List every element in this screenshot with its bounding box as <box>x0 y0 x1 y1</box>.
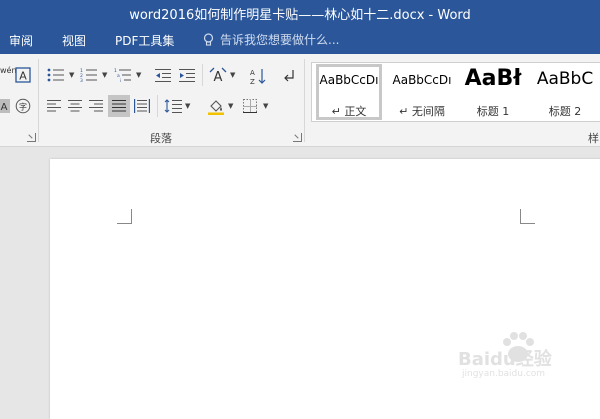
tell-me-placeholder: 告诉我您想要做什么... <box>220 33 340 47</box>
show-marks-button[interactable] <box>280 66 298 84</box>
tab-review[interactable]: 审阅 <box>9 32 33 49</box>
chinese-layout-dropdown-icon[interactable]: ▼ <box>230 71 235 79</box>
borders-button[interactable] <box>240 97 260 115</box>
margin-corner-marker <box>520 209 535 224</box>
style-normal[interactable]: AaBbCcDı ↵ 正文 <box>315 63 383 121</box>
tab-pdf-tools[interactable]: PDF工具集 <box>115 32 174 49</box>
sort-button[interactable]: AZ <box>248 66 268 86</box>
style-preview: AaBł <box>464 66 522 91</box>
bullets-icon <box>47 68 64 82</box>
margin-corner-marker <box>117 209 132 224</box>
justify-button[interactable] <box>108 95 130 117</box>
distributed-button[interactable] <box>133 97 151 115</box>
window-title: word2016如何制作明星卡贴——林心如十二.docx - Word <box>129 8 471 23</box>
distributed-icon <box>134 99 150 113</box>
style-name: ↵ 正文 <box>331 105 367 118</box>
paragraph-mark-icon <box>284 70 294 82</box>
paragraph-group-label: 段落 <box>150 132 172 145</box>
style-heading-2[interactable]: AaBbC 标题 2 <box>530 63 600 121</box>
chinese-layout-icon: A <box>209 67 227 83</box>
align-center-icon <box>68 100 82 112</box>
style-preview: AaBbC <box>536 69 594 89</box>
styles-group-label: 样 <box>588 132 599 145</box>
numbering-dropdown-icon[interactable]: ▼ <box>102 71 107 79</box>
lightbulb-icon <box>203 32 214 46</box>
svg-text:i: i <box>120 78 121 82</box>
svg-text:Z: Z <box>250 78 255 85</box>
svg-text:A: A <box>1 102 8 113</box>
group-separator <box>38 59 39 142</box>
character-shading-button[interactable]: A <box>0 97 10 115</box>
tab-view[interactable]: 视图 <box>62 32 86 49</box>
bullets-dropdown-icon[interactable]: ▼ <box>69 71 74 79</box>
baidu-watermark: Baidu经验 jingyan.baidu.com <box>458 325 598 390</box>
multilevel-list-icon: 1ai <box>114 68 131 82</box>
multilevel-list-button[interactable]: 1ai <box>112 66 134 84</box>
styles-gallery: AaBbCcDı ↵ 正文 AaBbCcDı ↵ 无间隔 AaBł 标题 1 A… <box>311 62 600 122</box>
bullets-button[interactable] <box>45 66 67 84</box>
ribbon-tabs: 审阅 视图 PDF工具集 告诉我您想要做什么... <box>0 26 600 54</box>
numbering-icon: 123 <box>80 68 97 82</box>
borders-icon <box>243 99 257 113</box>
style-heading-1[interactable]: AaBł 标题 1 <box>460 63 526 121</box>
character-shading-icon: A <box>0 99 10 113</box>
decrease-indent-button[interactable] <box>153 66 173 84</box>
enclose-characters-button[interactable]: 字 <box>14 97 32 115</box>
line-spacing-dropdown-icon[interactable]: ▼ <box>185 102 190 110</box>
numbering-button[interactable]: 123 <box>78 66 100 84</box>
increase-indent-button[interactable] <box>177 66 197 84</box>
svg-text:A: A <box>250 69 255 77</box>
enclose-characters-icon: 字 <box>15 98 31 114</box>
align-center-button[interactable] <box>66 97 84 115</box>
character-border-button[interactable]: A <box>14 66 32 84</box>
paint-bucket-icon <box>208 100 224 115</box>
align-right-icon <box>89 100 103 112</box>
align-right-button[interactable] <box>87 97 105 115</box>
line-spacing-button[interactable] <box>163 97 183 115</box>
svg-text:A: A <box>19 70 27 83</box>
decrease-indent-icon <box>155 69 171 82</box>
align-left-button[interactable] <box>45 97 63 115</box>
group-separator <box>304 59 305 142</box>
line-spacing-icon <box>164 99 182 113</box>
style-name: ↵ 无间隔 <box>399 105 445 118</box>
sort-icon: AZ <box>250 69 266 85</box>
paragraph-dialog-launcher-icon[interactable] <box>293 133 302 142</box>
shading-button[interactable] <box>205 96 227 116</box>
font-dialog-launcher-icon[interactable] <box>27 133 36 142</box>
ribbon: wén A A 字 ▼ 123 ▼ 1ai ▼ A ▼ A Z ▼ ▼ ▼ 段落… <box>0 54 600 147</box>
style-no-spacing[interactable]: AaBbCcDı ↵ 无间隔 <box>387 63 457 121</box>
style-name: 标题 2 <box>548 105 582 118</box>
style-preview: AaBbCcDı <box>392 73 452 87</box>
style-preview: AaBbCcDı <box>319 73 379 87</box>
row-separator <box>157 95 158 117</box>
tell-me-box[interactable]: 告诉我您想要做什么... <box>202 31 339 48</box>
svg-text:A: A <box>214 70 223 83</box>
watermark-text: Baidu经验 <box>458 349 552 370</box>
align-left-icon <box>47 100 61 112</box>
shading-dropdown-icon[interactable]: ▼ <box>228 102 233 110</box>
character-border-icon: A <box>15 67 31 83</box>
title-bar: word2016如何制作明星卡贴——林心如十二.docx - Word <box>0 0 600 26</box>
svg-text:3: 3 <box>80 78 83 82</box>
justify-icon <box>112 100 126 112</box>
enclosed-char-text: 字 <box>19 102 27 112</box>
watermark-url: jingyan.baidu.com <box>462 369 546 379</box>
multilevel-dropdown-icon[interactable]: ▼ <box>136 71 141 79</box>
increase-indent-icon <box>179 69 195 82</box>
row-separator <box>202 64 203 86</box>
chinese-layout-button[interactable]: A <box>207 66 229 84</box>
style-name: 标题 1 <box>476 105 510 118</box>
borders-dropdown-icon[interactable]: ▼ <box>263 102 268 110</box>
